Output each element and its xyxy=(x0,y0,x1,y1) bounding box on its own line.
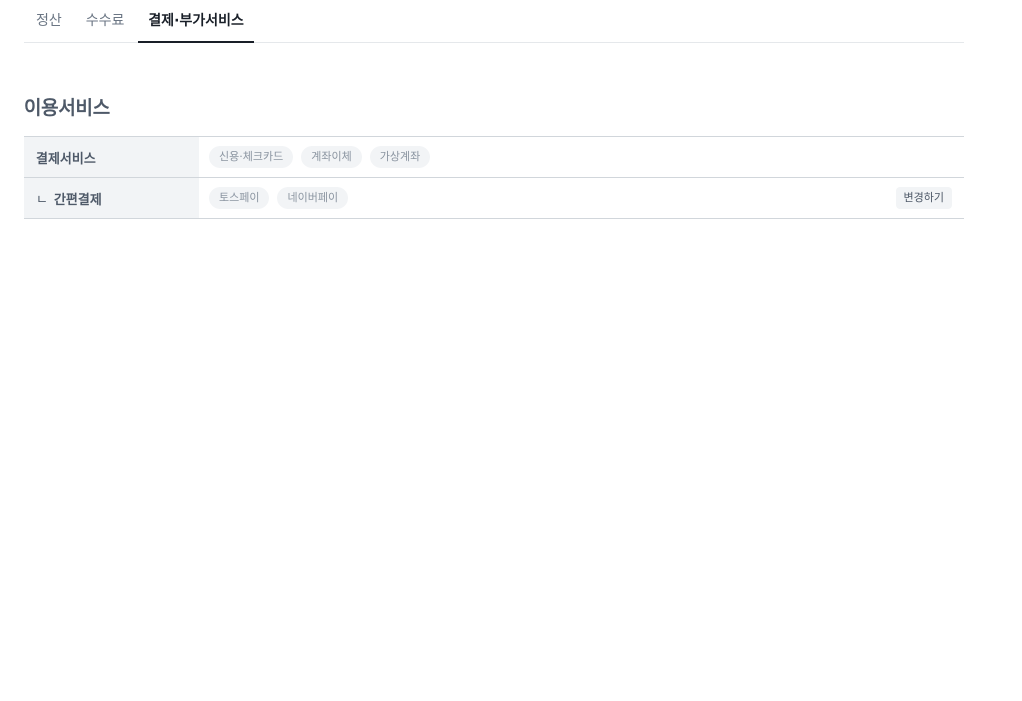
sub-item-prefix: ㄴ xyxy=(36,192,48,208)
change-button[interactable]: 변경하기 xyxy=(895,187,952,209)
chip-bank-transfer: 계좌이체 xyxy=(301,146,362,168)
table-row-easy-pay: ㄴ 간편결제 토스페이 네이버페이 변경하기 xyxy=(24,178,964,219)
row-label-text: 간편결제 xyxy=(53,192,102,208)
chip-toss-pay: 토스페이 xyxy=(209,187,270,209)
page-container: 정산 수수료 결제·부가서비스 이용서비스 결제서비스 신용·체크카드 계좌이체… xyxy=(24,0,964,219)
row-body-easy-pay: 토스페이 네이버페이 변경하기 xyxy=(199,178,964,218)
row-body-payment-service: 신용·체크카드 계좌이체 가상계좌 xyxy=(199,137,964,177)
row-label-easy-pay: ㄴ 간편결제 xyxy=(24,178,199,218)
tab-payment-services[interactable]: 결제·부가서비스 xyxy=(136,0,255,43)
tab-settlement[interactable]: 정산 xyxy=(24,0,74,42)
chip-naver-pay: 네이버페이 xyxy=(277,187,349,209)
table-row-payment-service: 결제서비스 신용·체크카드 계좌이체 가상계좌 xyxy=(24,137,964,178)
row-label-text: 결제서비스 xyxy=(36,151,96,167)
row-label-payment-service: 결제서비스 xyxy=(24,137,199,177)
chip-card: 신용·체크카드 xyxy=(209,146,294,168)
chip-virtual-account: 가상계좌 xyxy=(369,146,431,168)
tab-bar: 정산 수수료 결제·부가서비스 xyxy=(24,0,964,43)
tab-fees[interactable]: 수수료 xyxy=(74,0,137,42)
section-title: 이용서비스 xyxy=(24,97,110,119)
services-table: 결제서비스 신용·체크카드 계좌이체 가상계좌 ㄴ 간편결제 토스페이 네이버페… xyxy=(24,136,964,219)
